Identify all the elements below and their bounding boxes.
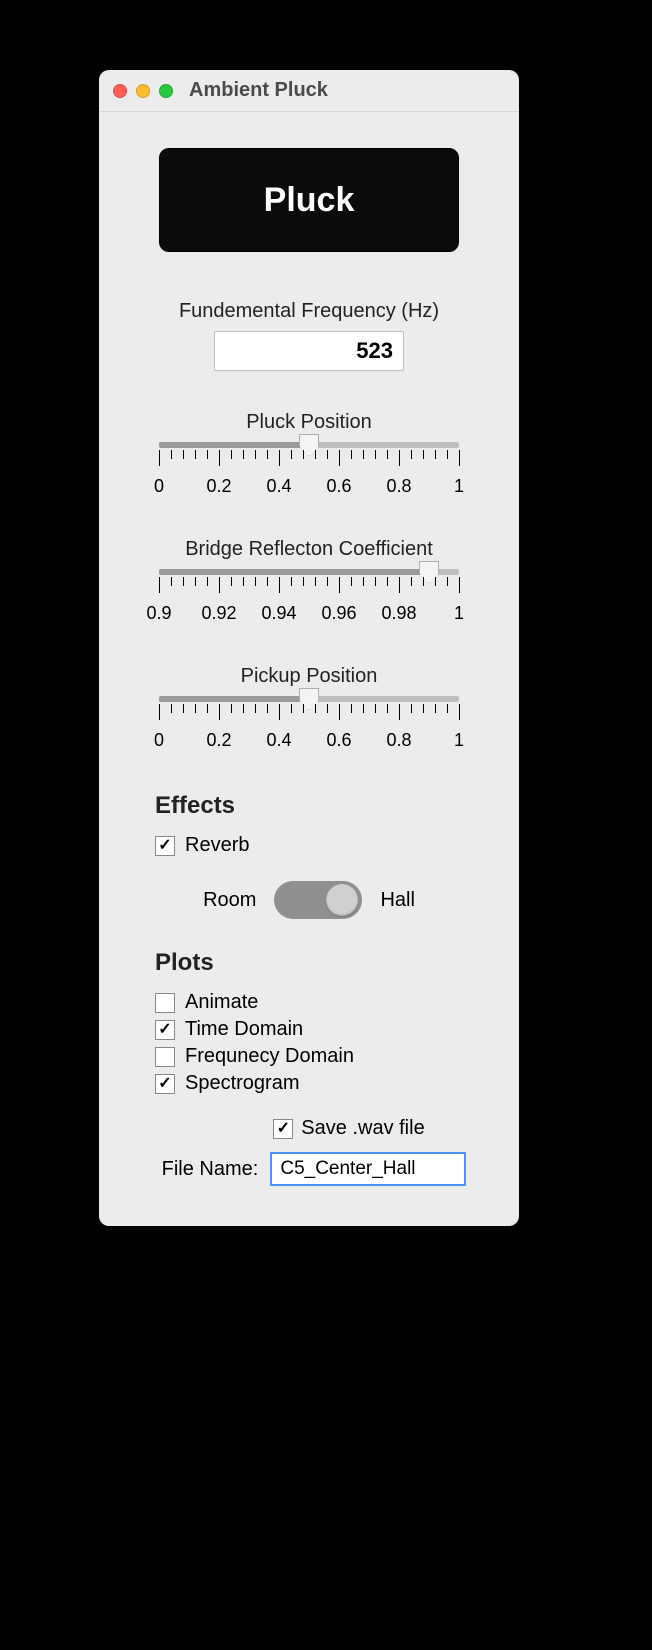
filename-input[interactable] [270, 1152, 466, 1186]
window-body: Pluck Fundemental Frequency (Hz) Pluck P… [99, 112, 519, 1186]
pluck-position-label: Pluck Position [127, 411, 491, 434]
plot-checkbox[interactable] [155, 1020, 175, 1040]
traffic-lights [113, 84, 173, 98]
titlebar: Ambient Pluck [99, 70, 519, 112]
save-wav-checkbox[interactable] [273, 1119, 293, 1139]
plot-checkbox[interactable] [155, 1074, 175, 1094]
bridge-coeff-section: Bridge Reflecton Coefficient 0.90.920.94… [127, 538, 491, 627]
bridge-coeff-slider[interactable]: 0.90.920.940.960.981 [159, 569, 459, 627]
pluck-position-slider[interactable]: 00.20.40.60.81 [159, 442, 459, 500]
reverb-label: Reverb [185, 834, 249, 857]
effects-heading: Effects [155, 792, 491, 820]
reverb-row: Reverb [155, 834, 491, 857]
zoom-icon[interactable] [159, 84, 173, 98]
pluck-position-section: Pluck Position 00.20.40.60.81 [127, 411, 491, 500]
toggle-right-label: Hall [380, 889, 414, 912]
plot-label: Frequnecy Domain [185, 1045, 354, 1068]
plot-label: Spectrogram [185, 1072, 300, 1095]
freq-input[interactable] [214, 331, 404, 371]
plot-row: Time Domain [155, 1018, 491, 1041]
pickup-position-label: Pickup Position [127, 665, 491, 688]
bridge-coeff-label: Bridge Reflecton Coefficient [127, 538, 491, 561]
app-window: Ambient Pluck Pluck Fundemental Frequenc… [99, 70, 519, 1226]
save-wav-row: Save .wav file [127, 1117, 491, 1140]
filename-row: File Name: [127, 1152, 491, 1186]
pickup-position-slider[interactable]: 00.20.40.60.81 [159, 696, 459, 754]
plot-checkbox[interactable] [155, 993, 175, 1013]
plot-checkbox[interactable] [155, 1047, 175, 1067]
plot-label: Animate [185, 991, 258, 1014]
save-wav-label: Save .wav file [301, 1117, 424, 1140]
room-hall-switch[interactable] [274, 881, 362, 919]
filename-label: File Name: [162, 1158, 259, 1181]
close-icon[interactable] [113, 84, 127, 98]
switch-knob [326, 884, 358, 916]
plots-list: Animate Time Domain Frequnecy Domain Spectr… [127, 991, 491, 1095]
freq-label: Fundemental Frequency (Hz) [127, 300, 491, 323]
plot-row: Frequnecy Domain [155, 1045, 491, 1068]
reverb-checkbox[interactable] [155, 836, 175, 856]
pluck-button[interactable]: Pluck [159, 148, 459, 252]
pickup-position-section: Pickup Position 00.20.40.60.81 [127, 665, 491, 754]
minimize-icon[interactable] [136, 84, 150, 98]
plot-label: Time Domain [185, 1018, 303, 1041]
plot-row: Animate [155, 991, 491, 1014]
window-title: Ambient Pluck [189, 79, 328, 102]
plot-row: Spectrogram [155, 1072, 491, 1095]
room-hall-toggle-row: Room Hall [127, 881, 491, 919]
plots-heading: Plots [155, 949, 491, 977]
toggle-left-label: Room [203, 889, 256, 912]
